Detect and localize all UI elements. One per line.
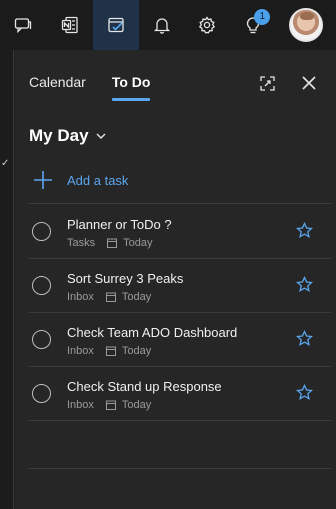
task-due-date: Today [121,345,152,357]
task-item[interactable]: Check Team ADO Dashboard Inbox Today [29,312,331,366]
feedback-icon [15,18,32,34]
tab-todo[interactable]: To Do [111,74,150,101]
task-due-date: Today [123,237,153,249]
notification-badge: 1 [254,9,271,25]
top-toolbar: 1 [0,0,336,50]
task-item[interactable]: Planner or ToDo ? Tasks Today [29,204,331,258]
settings-button[interactable] [184,0,230,50]
complete-task-checkbox[interactable] [32,384,51,403]
calendar-icon [107,238,118,248]
task-meta: Inbox Today [67,345,151,357]
todo-button[interactable] [92,0,139,50]
tab-calendar[interactable]: Calendar [29,74,86,98]
panel-tabs: Calendar To Do [29,74,150,101]
onenote-button[interactable] [47,0,93,50]
onenote-icon [61,16,78,34]
bell-icon [153,18,170,34]
task-list-name: Tasks [67,237,96,249]
todo-icon [107,17,124,33]
complete-task-checkbox[interactable] [32,222,51,241]
feedback-button[interactable] [0,0,47,50]
star-icon[interactable] [296,276,313,293]
task-list-name: Inbox [67,291,94,303]
todo-panel: Calendar To Do My Day Add a task Planner… [15,50,336,509]
notifications-button[interactable] [139,0,185,50]
calendar-icon [105,400,116,410]
task-list-name: Inbox [67,345,94,357]
close-icon [302,76,316,90]
checkmark-icon: ✓ [1,158,10,169]
calendar-icon [105,292,116,302]
add-task-label: Add a task [67,172,129,188]
account-button[interactable] [276,0,336,50]
task-list-name: Inbox [67,399,94,411]
calendar-icon [105,346,116,356]
avatar [289,8,324,42]
task-title: Check Stand up Response [67,379,222,394]
complete-task-checkbox[interactable] [32,330,51,349]
close-button[interactable] [300,74,318,92]
task-meta: Tasks Today [67,237,152,249]
chevron-down-icon [96,133,106,139]
tips-button[interactable]: 1 [230,0,276,50]
task-title: Planner or ToDo ? [67,217,172,232]
left-gutter: ✓ [0,50,14,509]
task-due-date: Today [121,291,152,303]
expand-icon [259,75,275,91]
star-icon[interactable] [296,222,313,239]
gear-icon [199,16,216,34]
task-item[interactable]: Check Stand up Response Inbox Today [29,366,331,420]
task-title: Check Team ADO Dashboard [67,325,238,340]
task-meta: Inbox Today [67,399,151,411]
divider [29,468,331,469]
task-title: Sort Surrey 3 Peaks [67,271,184,286]
task-meta: Inbox Today [67,291,151,303]
star-icon[interactable] [296,384,313,401]
star-icon[interactable] [296,330,313,347]
task-item[interactable]: Sort Surrey 3 Peaks Inbox Today [29,258,331,312]
list-title: My Day [29,126,89,145]
task-due-date: Today [121,399,152,411]
list-title-dropdown[interactable]: My Day [29,126,107,146]
divider [29,420,331,421]
plus-icon [34,171,52,189]
complete-task-checkbox[interactable] [32,276,51,295]
expand-button[interactable] [258,74,276,92]
add-task-button[interactable]: Add a task [33,170,128,190]
